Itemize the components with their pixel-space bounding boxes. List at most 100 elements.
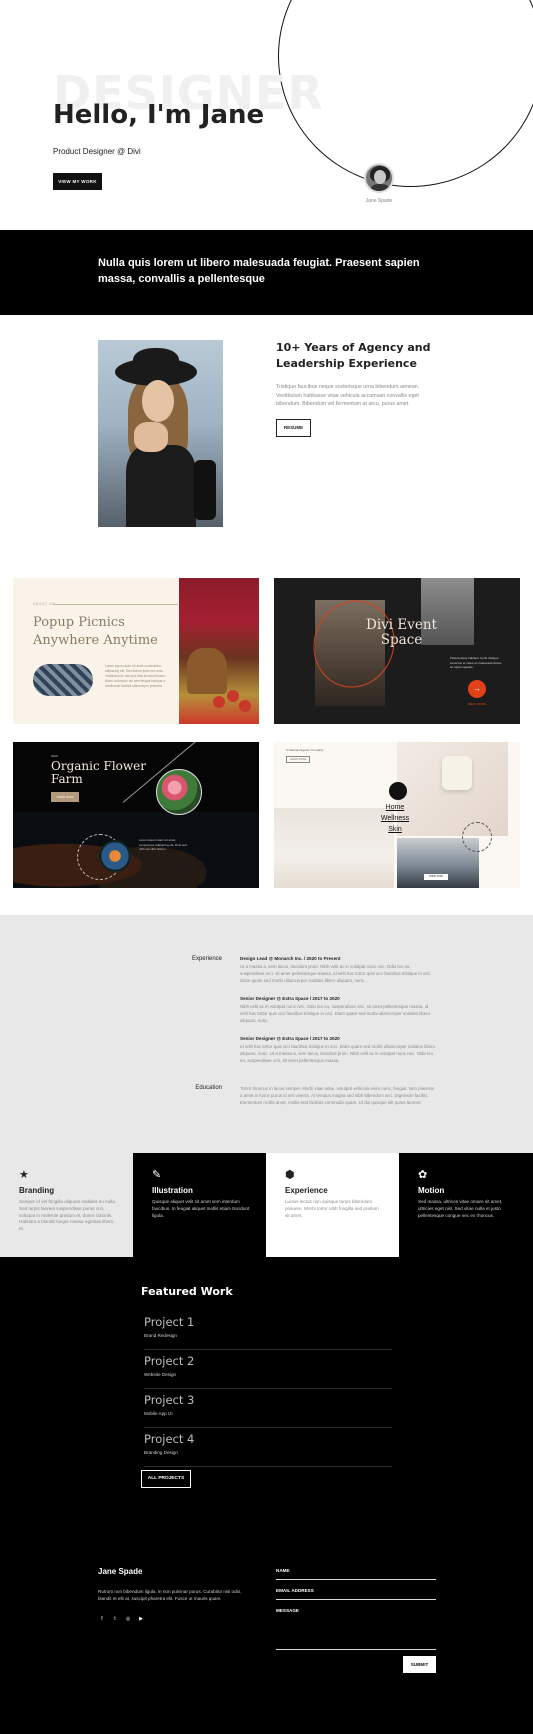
avatar bbox=[364, 163, 394, 193]
youtube-icon[interactable]: ▶ bbox=[137, 1615, 145, 1623]
card-pretitle: NEW bbox=[51, 754, 58, 758]
menu-item-home[interactable]: Home bbox=[370, 802, 420, 813]
service-body: Semper id vel fringilla aliquam sodales … bbox=[19, 1199, 117, 1232]
card-menu: Home Wellness Skin bbox=[370, 802, 420, 835]
experience-item-heading: Senior Designer @ Extra Space / 2017 to … bbox=[240, 1036, 340, 1041]
footer-name: Jane Spade bbox=[98, 1567, 143, 1576]
name-field-label: NAME bbox=[276, 1568, 290, 1573]
card-text: Lorem ipsum dolor sit amet, consectetur … bbox=[139, 838, 187, 852]
experience-item-body: Id velit hac tortor quis orci faucibus t… bbox=[240, 1044, 435, 1064]
experience-item: Senior Designer @ Extra Space / 2017 to … bbox=[240, 1036, 435, 1065]
motion-icon: ✿ bbox=[418, 1169, 428, 1181]
project-category: Brand Redesign bbox=[144, 1333, 177, 1338]
shapes-icon: ⬢ bbox=[285, 1169, 295, 1181]
card-text: Lorem ipsum dolor sit amet consectetur a… bbox=[105, 664, 166, 688]
read-more-link[interactable]: READ MORE bbox=[468, 702, 486, 706]
learn-more-button[interactable]: LEARN MORE bbox=[286, 756, 310, 763]
service-illustration: ✎ Illustration Quisque aliquet velit sit… bbox=[133, 1153, 266, 1257]
service-title: Experience bbox=[285, 1186, 328, 1195]
portfolio-card-flower-farm[interactable]: NEW Organic Flower Farm SHOP NOW Lorem i… bbox=[13, 742, 259, 888]
bouquet-image bbox=[99, 840, 131, 872]
featured-work-section: Featured Work Project 1 Brand Redesign P… bbox=[0, 1257, 533, 1734]
hero-title: Hello, I'm Jane bbox=[53, 100, 265, 130]
experience-item-heading: Design Lead @ Monarch Inc. / 2020 to Pre… bbox=[240, 956, 341, 961]
project-category: Mobile App UI bbox=[144, 1411, 173, 1416]
resume-button[interactable]: RESUME bbox=[276, 419, 311, 437]
message-field[interactable]: MESSAGE bbox=[276, 1608, 436, 1650]
experience-section: Experience Design Lead @ Monarch Inc. / … bbox=[0, 915, 533, 1153]
project-item[interactable]: Project 2 Website Design bbox=[144, 1350, 392, 1389]
apple-shape bbox=[213, 696, 225, 708]
portfolio-card-picnics[interactable]: ABOUT US Popup Picnics Anywhere Anytime … bbox=[13, 578, 259, 724]
card-title: Popup Picnics Anywhere Anytime bbox=[33, 615, 158, 648]
project-name: Project 4 bbox=[144, 1432, 195, 1446]
service-body: Sed massa, ultrices vitae ornare sit ame… bbox=[418, 1199, 503, 1218]
service-body: Quisque aliquet velit sit amet sem inter… bbox=[152, 1199, 250, 1218]
card-text: Pellentesque habitant morbi tristique se… bbox=[450, 656, 502, 670]
education-item: Tortor rhoncus in lacus semper. Morbi vi… bbox=[240, 1085, 435, 1107]
experience-item: Design Lead @ Monarch Inc. / 2020 to Pre… bbox=[240, 956, 435, 985]
twitter-icon[interactable]: t bbox=[111, 1615, 119, 1623]
project-category: Website Design bbox=[144, 1372, 177, 1377]
service-motion: ✿ Motion Sed massa, ultrices vitae ornar… bbox=[399, 1153, 533, 1257]
dark-foliage-image bbox=[13, 812, 259, 888]
project-name: Project 3 bbox=[144, 1393, 195, 1407]
star-icon: ★ bbox=[19, 1169, 29, 1181]
service-experience: ⬢ Experience Luctus lectus non quisque t… bbox=[266, 1153, 399, 1257]
project-item[interactable]: Project 3 Mobile App UI bbox=[144, 1389, 392, 1428]
portfolio-card-skincare[interactable]: A Natural Organic Company LEARN MORE Hom… bbox=[274, 742, 520, 888]
education-body: Tortor rhoncus in lacus semper. Morbi vi… bbox=[240, 1086, 434, 1106]
all-projects-button[interactable]: ALL PROJECTS bbox=[141, 1470, 191, 1488]
about-heading: 10+ Years of Agency and Leadership Exper… bbox=[276, 341, 431, 370]
menu-item-wellness[interactable]: Wellness bbox=[370, 813, 420, 824]
apple-shape bbox=[227, 690, 239, 702]
arrow-right-icon[interactable]: → bbox=[468, 680, 486, 698]
email-field-label: EMAIL ADDRESS bbox=[276, 1588, 314, 1593]
card-pretitle: A Natural Organic Company bbox=[286, 748, 324, 752]
menu-dot-icon bbox=[389, 782, 407, 800]
banner-text: Nulla quis lorem ut libero malesuada feu… bbox=[98, 257, 420, 285]
project-item[interactable]: Project 4 Branding Design bbox=[144, 1428, 392, 1467]
hero-section: DESIGNER Hello, I'm Jane Product Designe… bbox=[0, 0, 533, 230]
card-title: Organic Flower Farm bbox=[51, 759, 147, 786]
shop-now-button[interactable]: SHOP NOW bbox=[51, 792, 79, 802]
about-portrait-image bbox=[98, 340, 223, 527]
apple-shape bbox=[239, 700, 251, 712]
service-title: Motion bbox=[418, 1186, 445, 1195]
project-name: Project 1 bbox=[144, 1315, 195, 1329]
experience-item: Senior Designer @ Extra Space / 2017 to … bbox=[240, 996, 435, 1025]
card-title: Divi Event Space bbox=[366, 617, 437, 648]
about-text: Tristique faucibus neque scelerisque urn… bbox=[276, 384, 420, 407]
education-label: Education bbox=[195, 1085, 222, 1091]
featured-work-title: Featured Work bbox=[141, 1285, 233, 1298]
circular-badge bbox=[462, 822, 492, 852]
project-category: Branding Design bbox=[144, 1450, 178, 1455]
portfolio-card-event-space[interactable]: Divi Event Space Pellentesque habitant m… bbox=[274, 578, 520, 724]
service-title: Illustration bbox=[152, 1186, 193, 1195]
hero-subtitle: Product Designer @ Divi bbox=[53, 147, 141, 156]
experience-item-heading: Senior Designer @ Extra Space / 2017 to … bbox=[240, 996, 340, 1001]
instagram-icon[interactable]: ◎ bbox=[124, 1615, 132, 1623]
basket-shape bbox=[187, 648, 227, 694]
project-item[interactable]: Project 1 Brand Redesign bbox=[144, 1311, 392, 1350]
avatar-name: Jane Spade bbox=[365, 198, 393, 204]
service-branding: ★ Branding Semper id vel fringilla aliqu… bbox=[0, 1153, 133, 1257]
footer-text: Rutrum non bibendum ligula, in non pulvi… bbox=[98, 1589, 242, 1601]
experience-label: Experience bbox=[191, 956, 222, 962]
shop-now-button[interactable]: SHOP NOW bbox=[424, 874, 448, 880]
service-body: Luctus lectus non quisque turpis bibendu… bbox=[285, 1199, 379, 1218]
project-name: Project 2 bbox=[144, 1354, 195, 1368]
quote-banner: Nulla quis lorem ut libero malesuada feu… bbox=[0, 230, 533, 315]
service-title: Branding bbox=[19, 1186, 55, 1195]
view-my-work-button[interactable]: VIEW MY WORK bbox=[53, 173, 102, 190]
experience-item-body: Ut a massa a, sem lacus, tincidunt proin… bbox=[240, 964, 432, 984]
divider bbox=[53, 604, 178, 605]
submit-button[interactable]: SUBMIT bbox=[403, 1656, 436, 1673]
card-pill-image bbox=[33, 664, 93, 696]
menu-item-skin[interactable]: Skin bbox=[370, 824, 420, 835]
facebook-icon[interactable]: f bbox=[98, 1615, 106, 1623]
flower-image bbox=[156, 769, 202, 815]
name-field[interactable]: NAME bbox=[276, 1568, 436, 1580]
pen-icon: ✎ bbox=[152, 1169, 162, 1181]
email-field[interactable]: EMAIL ADDRESS bbox=[276, 1588, 436, 1600]
